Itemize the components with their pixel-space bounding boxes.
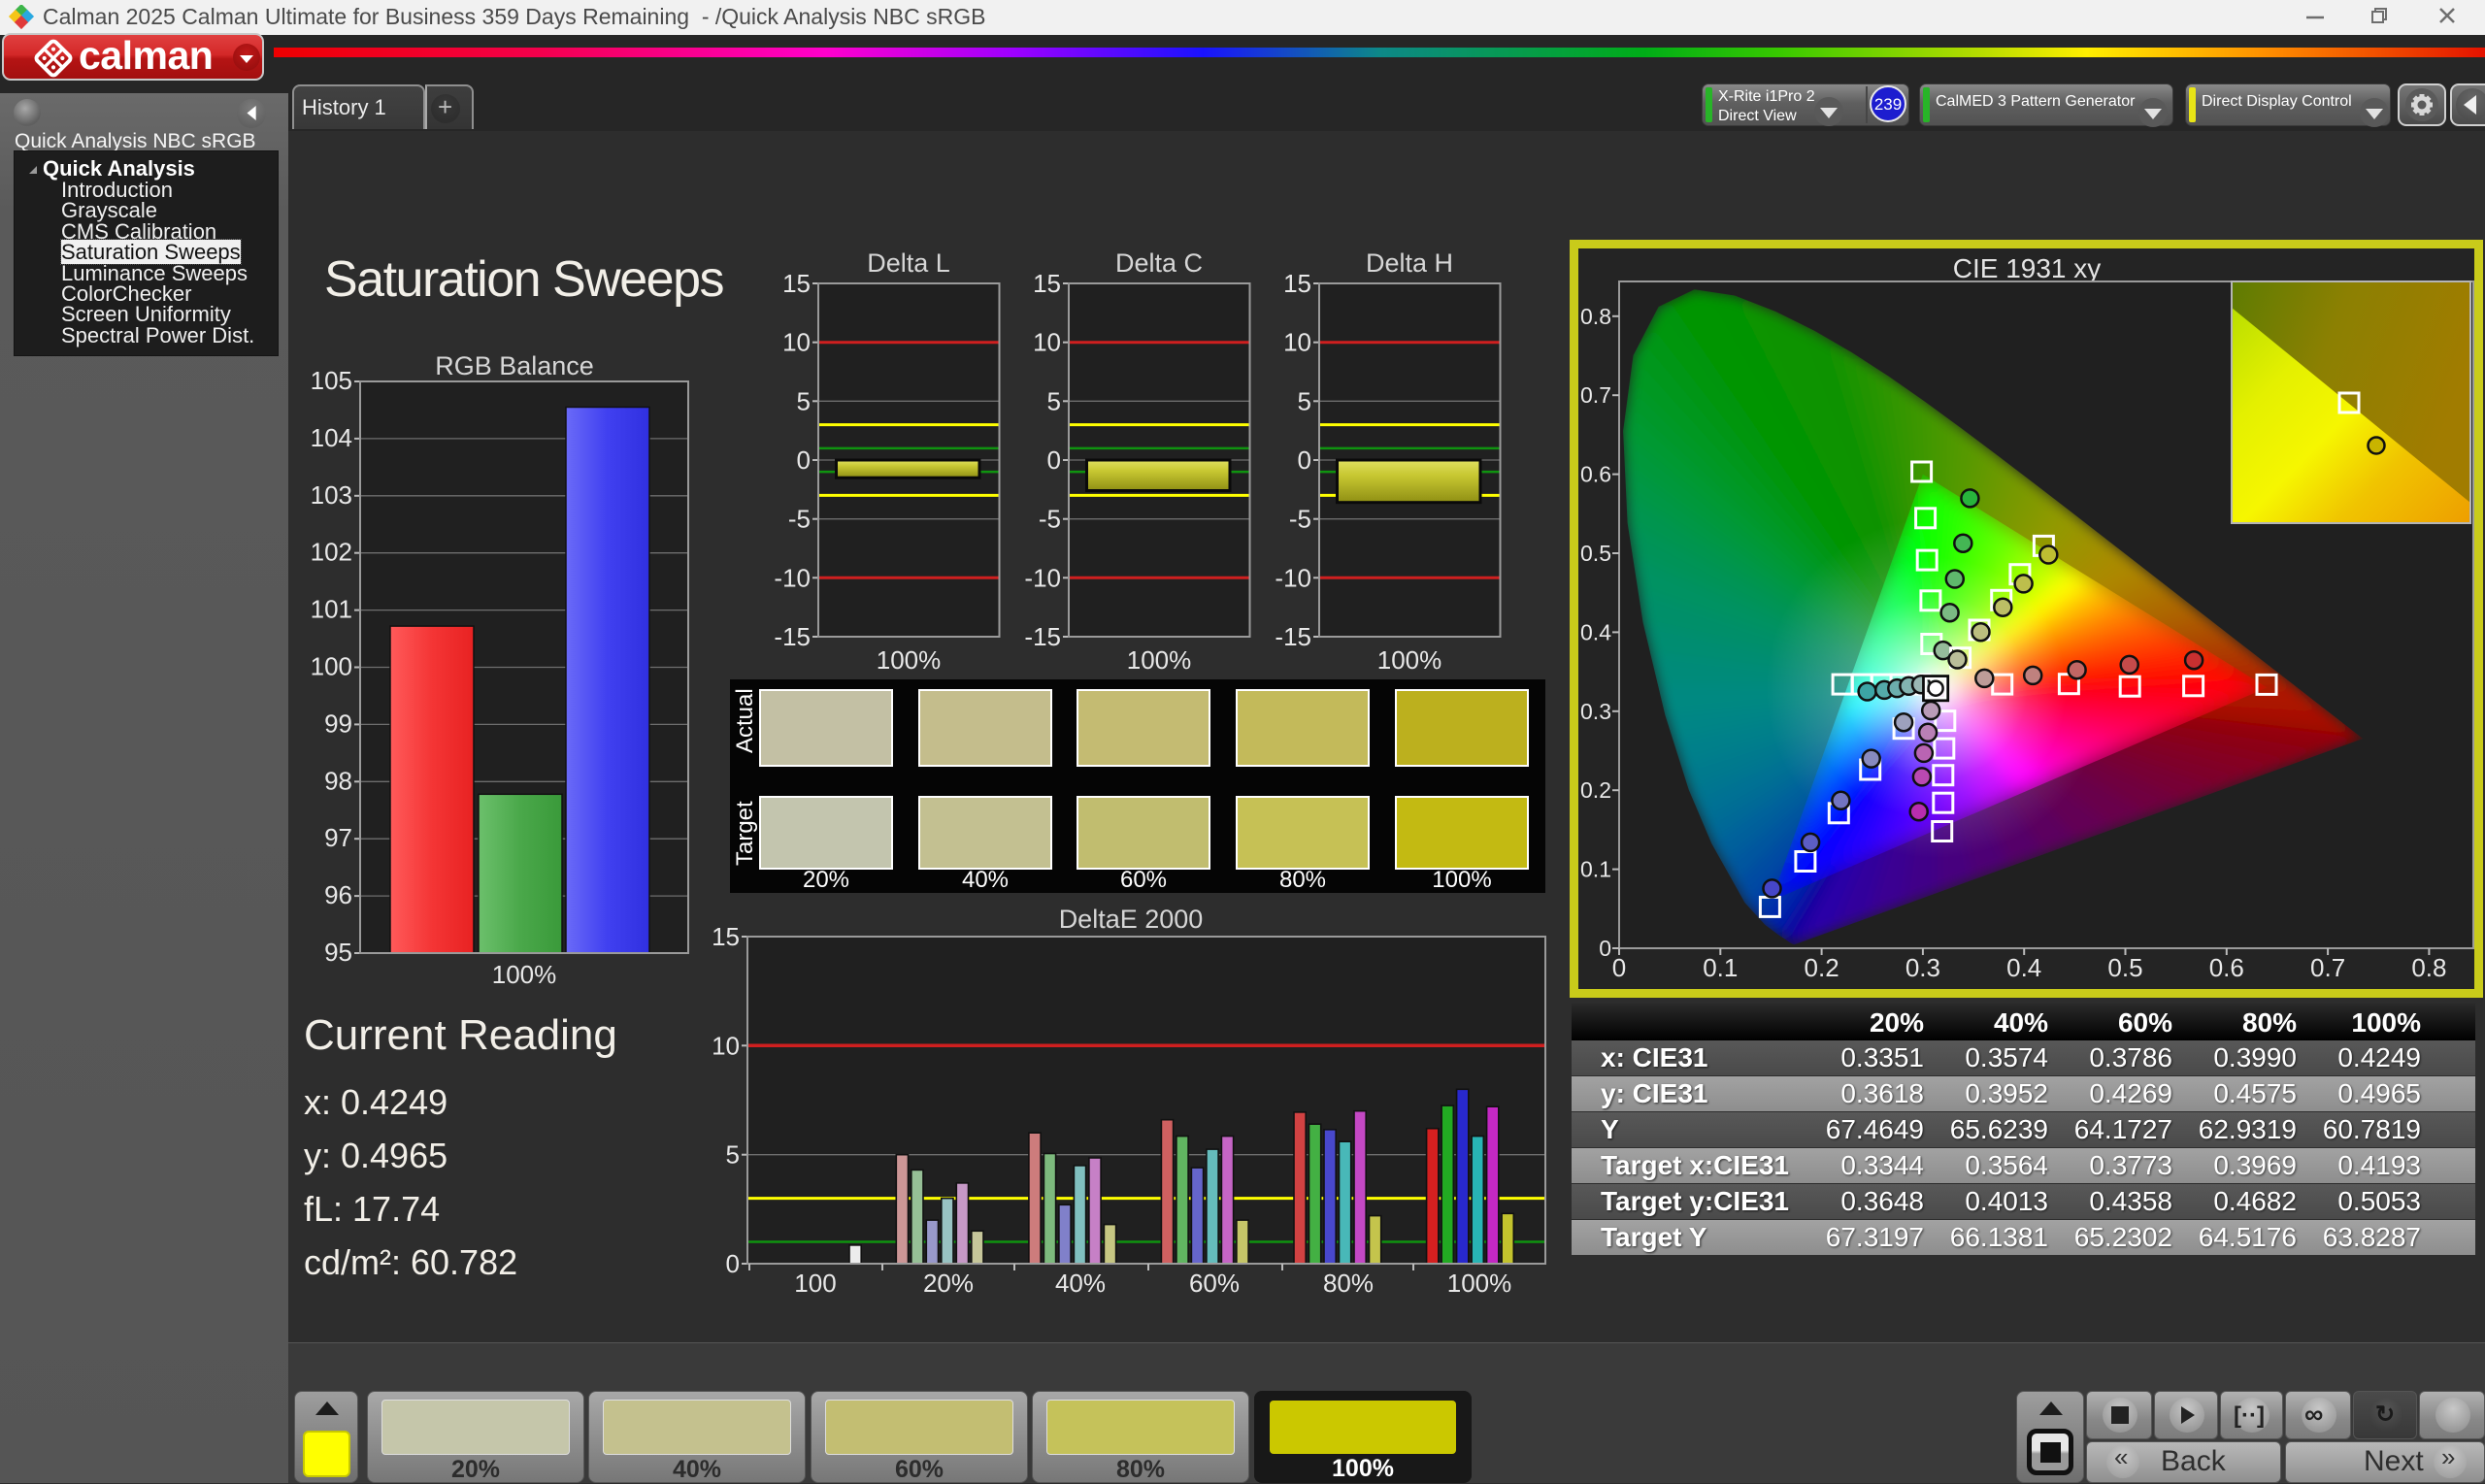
svg-text:20%: 20% — [923, 1269, 974, 1298]
svg-text:104: 104 — [311, 423, 352, 452]
svg-text:0.5: 0.5 — [2107, 953, 2142, 982]
svg-text:0.3: 0.3 — [1580, 699, 1611, 724]
svg-text:0.6: 0.6 — [1580, 462, 1611, 487]
svg-text:0.3: 0.3 — [1905, 953, 1940, 982]
svg-text:80%: 80% — [1323, 1269, 1374, 1298]
svg-text:0.8: 0.8 — [2411, 953, 2446, 982]
svg-text:-15: -15 — [1275, 622, 1311, 651]
svg-text:98: 98 — [324, 766, 352, 795]
svg-text:0.7: 0.7 — [2310, 953, 2345, 982]
svg-text:15: 15 — [1283, 269, 1311, 298]
svg-text:-10: -10 — [774, 563, 811, 592]
svg-text:0: 0 — [726, 1249, 740, 1278]
svg-text:0.1: 0.1 — [1703, 953, 1738, 982]
svg-text:-5: -5 — [788, 505, 811, 534]
svg-text:0: 0 — [797, 445, 811, 475]
svg-text:5: 5 — [1047, 386, 1061, 415]
svg-text:Delta C: Delta C — [1115, 250, 1203, 278]
svg-text:100%: 100% — [877, 645, 942, 675]
svg-text:DeltaE 2000: DeltaE 2000 — [1059, 905, 1204, 934]
svg-text:101: 101 — [311, 595, 352, 624]
svg-text:-10: -10 — [1024, 563, 1061, 592]
svg-text:0.1: 0.1 — [1580, 857, 1611, 882]
svg-text:100: 100 — [794, 1269, 836, 1298]
svg-text:102: 102 — [311, 538, 352, 567]
svg-text:0.7: 0.7 — [1580, 382, 1611, 408]
svg-text:0.2: 0.2 — [1805, 953, 1839, 982]
svg-text:0.4: 0.4 — [1580, 619, 1611, 644]
svg-text:96: 96 — [324, 880, 352, 909]
svg-text:40%: 40% — [1055, 1269, 1106, 1298]
svg-text:5: 5 — [726, 1140, 740, 1170]
svg-text:0.4: 0.4 — [2006, 953, 2041, 982]
svg-text:0.6: 0.6 — [2209, 953, 2244, 982]
svg-text:0.8: 0.8 — [1580, 304, 1611, 329]
svg-text:0: 0 — [1599, 936, 1611, 961]
svg-text:Delta L: Delta L — [867, 250, 950, 278]
svg-text:10: 10 — [1033, 328, 1061, 357]
svg-text:60%: 60% — [1189, 1269, 1240, 1298]
svg-text:0: 0 — [1298, 445, 1311, 475]
svg-text:103: 103 — [311, 480, 352, 510]
svg-text:100%: 100% — [1447, 1269, 1512, 1298]
svg-text:15: 15 — [1033, 269, 1061, 298]
svg-text:0: 0 — [1047, 445, 1061, 475]
svg-text:RGB Balance: RGB Balance — [435, 351, 594, 380]
svg-text:5: 5 — [1298, 386, 1311, 415]
svg-text:CIE 1931 xy: CIE 1931 xy — [1953, 253, 2102, 283]
svg-text:95: 95 — [324, 938, 352, 967]
svg-text:100: 100 — [311, 652, 352, 681]
svg-text:100%: 100% — [1127, 645, 1192, 675]
svg-text:100%: 100% — [1377, 645, 1442, 675]
svg-text:15: 15 — [712, 922, 740, 951]
svg-text:0: 0 — [1612, 953, 1626, 982]
svg-text:0.2: 0.2 — [1580, 777, 1611, 803]
svg-text:100%: 100% — [492, 960, 557, 989]
svg-text:15: 15 — [782, 269, 811, 298]
svg-text:10: 10 — [1283, 328, 1311, 357]
svg-text:10: 10 — [782, 328, 811, 357]
svg-text:97: 97 — [324, 823, 352, 852]
svg-text:-5: -5 — [1039, 505, 1061, 534]
svg-text:-15: -15 — [1024, 622, 1061, 651]
svg-text:0.5: 0.5 — [1580, 541, 1611, 566]
svg-text:-15: -15 — [774, 622, 811, 651]
svg-text:105: 105 — [311, 366, 352, 395]
svg-text:Delta H: Delta H — [1366, 250, 1453, 278]
svg-text:10: 10 — [712, 1031, 740, 1060]
svg-text:99: 99 — [324, 709, 352, 738]
svg-text:5: 5 — [797, 386, 811, 415]
svg-text:-10: -10 — [1275, 563, 1311, 592]
svg-text:-5: -5 — [1289, 505, 1311, 534]
